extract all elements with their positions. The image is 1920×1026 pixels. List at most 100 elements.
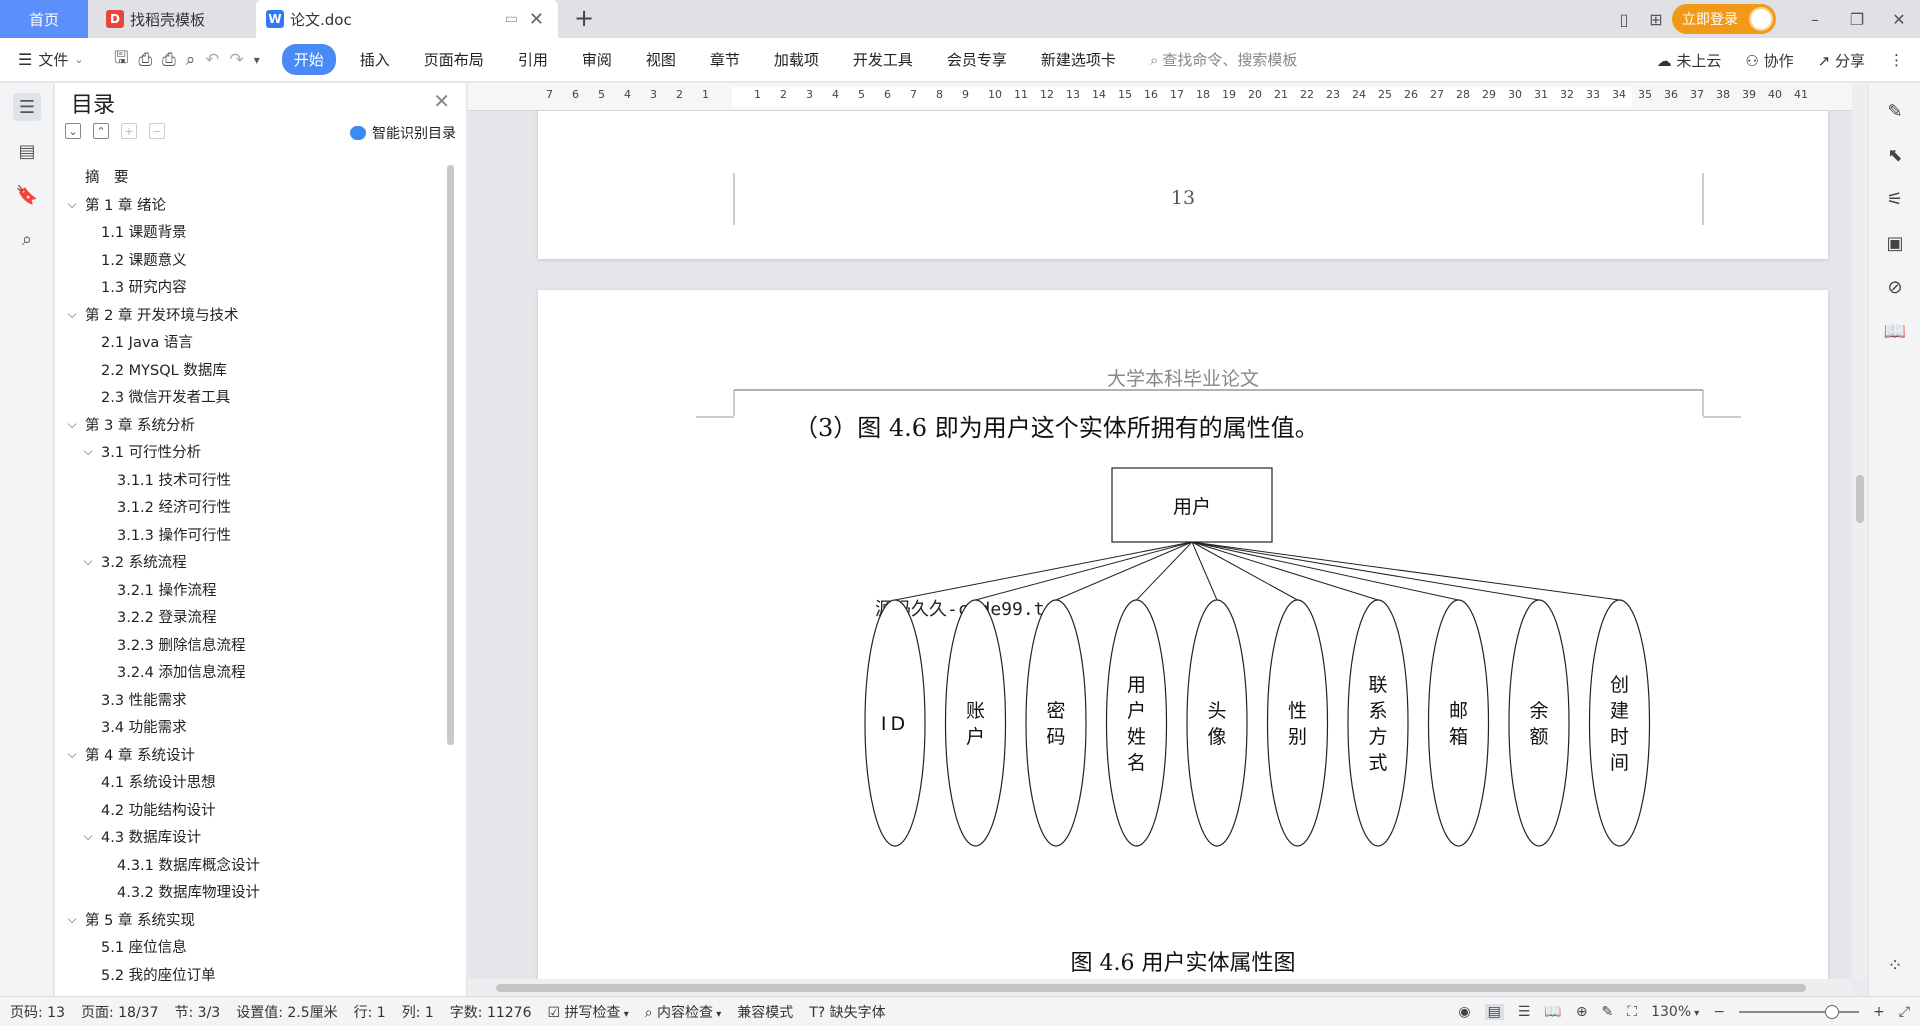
toc-item[interactable]: ⌵ 第 4 章 系统设计 <box>65 741 195 768</box>
print-icon[interactable]: ⎙ <box>162 50 176 70</box>
web-view-icon[interactable]: ⊕ <box>1576 1004 1588 1020</box>
ribbon-tab-start[interactable]: 开始 <box>281 44 336 75</box>
vertical-scroll-thumb[interactable] <box>1856 475 1864 523</box>
bookmark-icon[interactable]: 🔖 <box>13 181 41 209</box>
eye-protect-icon[interactable]: ◉ <box>1458 1004 1470 1020</box>
cloud-status[interactable]: ☁ 未上云 <box>1657 50 1722 71</box>
status-pages[interactable]: 页面: 18/37 <box>81 1002 159 1022</box>
zoom-in-icon[interactable]: + <box>1873 1004 1885 1020</box>
grid-apps-icon[interactable]: ⊞ <box>1640 10 1672 29</box>
toc-item[interactable]: 4.1 系统设计思想 <box>101 768 216 795</box>
share-button[interactable]: ↗ 分享 <box>1818 50 1865 71</box>
edit-pen-icon[interactable]: ✎ <box>1883 99 1907 123</box>
toc-item[interactable]: 3.1.2 经济可行性 <box>117 493 231 520</box>
missing-font-button[interactable]: T? 缺失字体 <box>809 1002 885 1022</box>
chevron-down-icon[interactable]: ⌵ <box>81 554 95 569</box>
ribbon-tab-references[interactable]: 引用 <box>518 49 548 70</box>
toc-item[interactable]: ⌵ 第 1 章 绪论 <box>65 191 166 218</box>
toc-item[interactable]: 2.3 微信开发者工具 <box>101 383 230 410</box>
close-window-icon[interactable]: ✕ <box>1878 10 1920 29</box>
fullscreen-icon[interactable]: ⤢ <box>1899 1004 1910 1020</box>
minimize-icon[interactable]: – <box>1794 10 1836 29</box>
toc-item[interactable]: ⌵ 3.2 系统流程 <box>81 548 186 575</box>
ribbon-tab-developer[interactable]: 开发工具 <box>853 49 913 70</box>
toc-item[interactable]: ⌵ 4.3 数据库设计 <box>81 823 201 850</box>
settings-sliders-icon[interactable]: ⚟ <box>1883 187 1907 211</box>
ribbon-tab-section[interactable]: 章节 <box>710 49 740 70</box>
status-words[interactable]: 字数: 11276 <box>450 1002 532 1022</box>
horizontal-scroll-thumb[interactable] <box>496 984 1806 992</box>
ribbon-tab-insert[interactable]: 插入 <box>360 49 390 70</box>
toc-item[interactable]: 3.1.1 技术可行性 <box>117 466 231 493</box>
save-icon[interactable]: 🖫 <box>114 45 128 74</box>
collab-button[interactable]: ⚇ 协作 <box>1745 50 1793 71</box>
print-preview-icon[interactable]: ⌕ <box>186 50 196 70</box>
toc-item[interactable]: 3.1.3 操作可行性 <box>117 521 231 548</box>
zoom-out-icon[interactable]: − <box>1713 1004 1725 1020</box>
toc-item[interactable]: 4.3.2 数据库物理设计 <box>117 878 260 905</box>
toc-item[interactable]: 3.4 功能需求 <box>101 713 187 740</box>
image-tool-icon[interactable]: ▣ <box>1883 231 1907 255</box>
expand-all-icon[interactable]: ⌄ <box>65 123 81 139</box>
toc-panel-icon[interactable]: ☰ <box>13 93 41 121</box>
write-mode-icon[interactable]: ✎ <box>1602 1004 1614 1020</box>
toc-scrollbar[interactable] <box>447 165 454 745</box>
status-row[interactable]: 行: 1 <box>354 1002 386 1022</box>
smart-toc-button[interactable]: 智能识别目录 <box>350 123 456 143</box>
status-section[interactable]: 节: 3/3 <box>175 1002 221 1022</box>
toc-item[interactable]: 2.2 MYSQL 数据库 <box>101 356 227 383</box>
customize-icon[interactable]: ▾ <box>254 53 260 67</box>
toc-item[interactable]: ⌵ 第 3 章 系统分析 <box>65 411 195 438</box>
new-tab-button[interactable]: + <box>574 4 594 32</box>
chevron-down-icon[interactable]: ⌵ <box>65 747 79 762</box>
status-page[interactable]: 页码: 13 <box>10 1002 65 1022</box>
vertical-scrollbar[interactable] <box>1852 83 1868 979</box>
horizontal-scrollbar[interactable] <box>468 979 1852 996</box>
ribbon-tab-review[interactable]: 审阅 <box>582 49 612 70</box>
export-pdf-icon[interactable]: ⎙ <box>138 50 152 70</box>
ribbon-tab-view[interactable]: 视图 <box>646 49 676 70</box>
toc-item[interactable]: 3.2.1 操作流程 <box>117 576 217 603</box>
page-view-mode-icon[interactable]: ▤ <box>1484 1004 1504 1020</box>
select-cursor-icon[interactable]: ⬉ <box>1883 143 1907 167</box>
toc-item[interactable]: 3.2.2 登录流程 <box>117 603 217 630</box>
chevron-down-icon[interactable]: ⌵ <box>65 197 79 212</box>
ribbon-tab-layout[interactable]: 页面布局 <box>424 49 484 70</box>
ribbon-tab-addins[interactable]: 加载项 <box>774 49 819 70</box>
status-col[interactable]: 列: 1 <box>402 1002 434 1022</box>
toc-item[interactable]: 1.3 研究内容 <box>101 273 187 300</box>
chevron-down-icon[interactable]: ⌵ <box>65 417 79 432</box>
zoom-slider[interactable] <box>1739 1005 1860 1019</box>
toc-item[interactable]: 4.3.1 数据库概念设计 <box>117 851 260 878</box>
page-view-icon[interactable]: ▯ <box>1608 10 1640 29</box>
toc-item[interactable]: 2.1 Java 语言 <box>101 328 193 355</box>
file-menu[interactable]: ☰ 文件 ⌄ <box>0 49 108 70</box>
tab-template[interactable]: D 找稻壳模板 <box>96 0 256 38</box>
login-button[interactable]: 立即登录 <box>1672 4 1776 34</box>
more-dots-icon[interactable]: ⁘ <box>1883 953 1907 977</box>
zoom-level[interactable]: 130% ▾ <box>1651 1004 1699 1020</box>
more-icon[interactable]: ⋮ <box>1889 51 1904 69</box>
undo-icon[interactable]: ↶ <box>205 50 219 70</box>
toc-item[interactable]: 5.2 我的座位订单 <box>101 961 216 988</box>
read-view-icon[interactable]: 📖 <box>1544 1004 1561 1020</box>
chevron-down-icon[interactable]: ⌵ <box>65 307 79 322</box>
restore-icon[interactable]: ❐ <box>1836 10 1878 29</box>
remove-heading-icon[interactable]: − <box>149 123 165 139</box>
compass-icon[interactable]: ⊘ <box>1883 275 1907 299</box>
find-icon[interactable]: ⌕ <box>13 225 41 253</box>
toc-item[interactable]: ⌵ 3.1 可行性分析 <box>81 438 201 465</box>
navigation-icon[interactable]: ▤ <box>13 137 41 165</box>
status-setting[interactable]: 设置值: 2.5厘米 <box>236 1002 337 1022</box>
toc-item[interactable]: ⌵ 第 2 章 开发环境与技术 <box>65 301 238 328</box>
toc-item[interactable]: ⌵ 第 5 章 系统实现 <box>65 906 195 933</box>
add-heading-icon[interactable]: + <box>121 123 137 139</box>
reading-icon[interactable]: 📖 <box>1883 319 1907 343</box>
toc-item[interactable]: 1.2 课题意义 <box>101 246 187 273</box>
toc-item[interactable]: 摘 要 <box>85 163 129 190</box>
spell-check-button[interactable]: ☑ 拼写检查 ▾ <box>548 1002 629 1022</box>
close-icon[interactable]: ✕ <box>433 89 450 113</box>
toc-item[interactable]: 3.3 性能需求 <box>101 686 187 713</box>
content-check-button[interactable]: ⌕ 内容检查 ▾ <box>645 1002 722 1022</box>
toc-item[interactable]: 5.1 座位信息 <box>101 933 187 960</box>
